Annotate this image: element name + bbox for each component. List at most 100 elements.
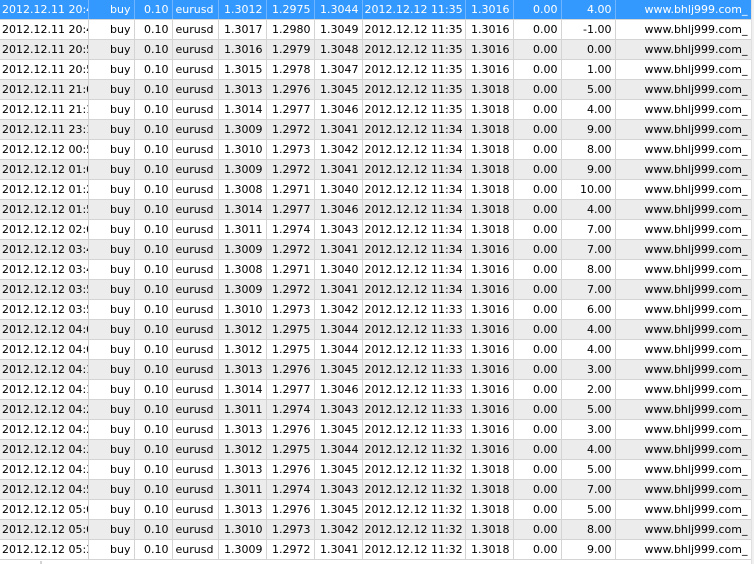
table-row[interactable]: 2012.12.12 05:31buy0.10eurusd1.30091.297… (0, 539, 752, 560)
cell-stop-loss: 1.2976 (266, 359, 315, 380)
table-row[interactable]: 2012.12.12 03:50buy0.10eurusd1.30091.297… (0, 279, 752, 300)
cell-profit: 8.00 (561, 259, 616, 280)
table-row[interactable]: 2012.12.12 03:55buy0.10eurusd1.30101.297… (0, 299, 752, 320)
cell-comment: www.bhlj999.com_ (615, 499, 752, 520)
cell-close-price: 1.3016 (465, 399, 514, 420)
cell-stop-loss: 1.2977 (266, 99, 315, 120)
table-row[interactable]: 2012.12.11 21:05buy0.10eurusd1.30131.297… (0, 79, 752, 100)
cell-symbol: eurusd (172, 79, 219, 100)
table-row[interactable]: 2012.12.12 01:58buy0.10eurusd1.30141.297… (0, 199, 752, 220)
cell-symbol: eurusd (172, 419, 219, 440)
cell-comment: www.bhlj999.com_ (615, 19, 752, 40)
cell-commission: 0.00 (513, 119, 562, 140)
cell-commission: 0.00 (513, 59, 562, 80)
cell-open-price: 1.3010 (218, 299, 267, 320)
cell-commission: 0.00 (513, 439, 562, 460)
cell-open-price: 1.3009 (218, 279, 267, 300)
cell-comment: www.bhlj999.com_ (615, 299, 752, 320)
table-row[interactable]: 2012.12.11 20:50buy0.10eurusd1.30161.297… (0, 39, 752, 60)
cell-stop-loss: 1.2973 (266, 519, 315, 540)
cell-stop-loss: 1.2972 (266, 119, 315, 140)
cell-take-profit: 1.3040 (314, 179, 363, 200)
cell-close-time: 2012.12.12 11:32 (362, 459, 466, 480)
cell-symbol: eurusd (172, 159, 219, 180)
cell-take-profit: 1.3042 (314, 299, 363, 320)
table-row[interactable]: 2012.12.12 01:00buy0.10eurusd1.30091.297… (0, 159, 752, 180)
cell-lot-size: 0.10 (134, 419, 173, 440)
cell-trade-type: buy (88, 39, 135, 60)
cell-close-price: 1.3016 (465, 379, 514, 400)
table-row[interactable]: 2012.12.12 05:04buy0.10eurusd1.30131.297… (0, 499, 752, 520)
table-row[interactable]: 2012.12.12 04:30buy0.10eurusd1.30121.297… (0, 439, 752, 460)
cell-commission: 0.00 (513, 519, 562, 540)
table-row[interactable]: 2012.12.12 04:37buy0.10eurusd1.30131.297… (0, 459, 752, 480)
table-row[interactable]: 2012.12.12 04:15buy0.10eurusd1.30141.297… (0, 379, 752, 400)
cell-close-time: 2012.12.12 11:33 (362, 419, 466, 440)
cell-open-price: 1.3013 (218, 359, 267, 380)
cell-comment: www.bhlj999.com_ (615, 399, 752, 420)
cell-symbol: eurusd (172, 519, 219, 540)
cell-symbol: eurusd (172, 479, 219, 500)
table-row[interactable]: 2012.12.12 04:10buy0.10eurusd1.30131.297… (0, 359, 752, 380)
cell-take-profit: 1.3043 (314, 219, 363, 240)
cell-profit: 3.00 (561, 419, 616, 440)
cell-stop-loss: 1.2972 (266, 239, 315, 260)
table-row[interactable]: 2012.12.12 04:21buy0.10eurusd1.30111.297… (0, 399, 752, 420)
cell-commission: 0.00 (513, 319, 562, 340)
cell-open-time: 2012.12.12 05:31 (0, 539, 89, 560)
cell-stop-loss: 1.2973 (266, 299, 315, 320)
cell-take-profit: 1.3045 (314, 419, 363, 440)
cell-comment: www.bhlj999.com_ (615, 519, 752, 540)
cell-lot-size: 0.10 (134, 279, 173, 300)
cell-lot-size: 0.10 (134, 199, 173, 220)
cell-stop-loss: 1.2974 (266, 399, 315, 420)
cell-symbol: eurusd (172, 319, 219, 340)
table-row[interactable]: 2012.12.12 02:00buy0.10eurusd1.30111.297… (0, 219, 752, 240)
cell-take-profit: 1.3044 (314, 0, 363, 20)
cell-commission: 0.00 (513, 159, 562, 180)
table-row[interactable]: 2012.12.11 20:55buy0.10eurusd1.30151.297… (0, 59, 752, 80)
table-row[interactable]: 2012.12.12 03:46buy0.10eurusd1.30091.297… (0, 239, 752, 260)
table-row[interactable]: 2012.12.11 21:10buy0.10eurusd1.30141.297… (0, 99, 752, 120)
cell-open-time: 2012.12.11 20:40 (0, 0, 89, 20)
cell-commission: 0.00 (513, 419, 562, 440)
cell-close-price: 1.3018 (465, 179, 514, 200)
table-row[interactable]: 2012.12.11 20:40buy0.10eurusd1.30121.297… (0, 0, 752, 20)
table-row[interactable]: 2012.12.12 03:49buy0.10eurusd1.30081.297… (0, 259, 752, 280)
cell-symbol: eurusd (172, 399, 219, 420)
table-row[interactable]: 2012.12.11 23:15buy0.10eurusd1.30091.297… (0, 119, 752, 140)
table-row[interactable]: 2012.12.12 04:00buy0.10eurusd1.30121.297… (0, 319, 752, 340)
cell-stop-loss: 1.2976 (266, 419, 315, 440)
table-row[interactable]: 2012.12.12 05:07buy0.10eurusd1.30101.297… (0, 519, 752, 540)
table-row[interactable]: 2012.12.11 20:45buy0.10eurusd1.30171.298… (0, 19, 752, 40)
cell-comment: www.bhlj999.com_ (615, 459, 752, 480)
table-row[interactable]: 2012.12.12 00:55buy0.10eurusd1.30101.297… (0, 139, 752, 160)
table-row[interactable]: 2012.12.12 01:28buy0.10eurusd1.30081.297… (0, 179, 752, 200)
cell-profit: 3.00 (561, 359, 616, 380)
cell-commission: 0.00 (513, 239, 562, 260)
cell-close-price: 1.3018 (465, 479, 514, 500)
cell-open-price: 1.3009 (218, 239, 267, 260)
cell-trade-type: buy (88, 399, 135, 420)
cell-lot-size: 0.10 (134, 39, 173, 60)
cell-commission: 0.00 (513, 139, 562, 160)
cell-open-price: 1.3012 (218, 319, 267, 340)
cell-symbol: eurusd (172, 199, 219, 220)
cell-take-profit: 1.3045 (314, 459, 363, 480)
cell-stop-loss: 1.2977 (266, 379, 315, 400)
cell-lot-size: 0.10 (134, 359, 173, 380)
cell-open-price: 1.3014 (218, 99, 267, 120)
cell-lot-size: 0.10 (134, 59, 173, 80)
cell-open-time: 2012.12.12 04:10 (0, 359, 89, 380)
cell-open-price: 1.3014 (218, 379, 267, 400)
trade-history-rows: 2012.12.11 20:40buy0.10eurusd1.30121.297… (0, 0, 752, 560)
cell-open-price: 1.3015 (218, 59, 267, 80)
table-row[interactable]: 2012.12.12 04:25buy0.10eurusd1.30131.297… (0, 419, 752, 440)
cell-trade-type: buy (88, 339, 135, 360)
table-row[interactable]: 2012.12.12 04:05buy0.10eurusd1.30121.297… (0, 339, 752, 360)
cell-profit: 8.00 (561, 139, 616, 160)
cell-trade-type: buy (88, 179, 135, 200)
table-row[interactable]: 2012.12.12 04:57buy0.10eurusd1.30111.297… (0, 479, 752, 500)
cell-lot-size: 0.10 (134, 319, 173, 340)
cell-trade-type: buy (88, 499, 135, 520)
